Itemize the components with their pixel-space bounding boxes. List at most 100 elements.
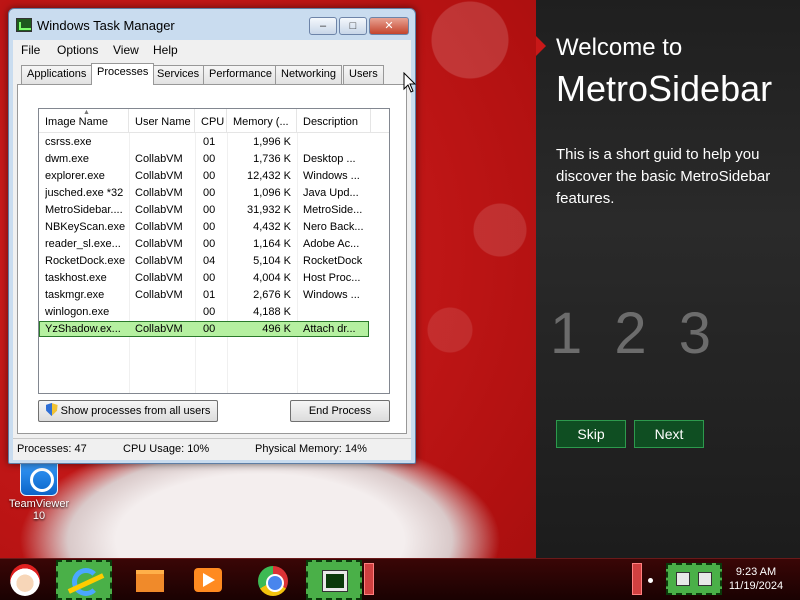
taskbar-internet-explorer[interactable] — [56, 560, 112, 600]
menu-bar: File Options View Help — [13, 40, 411, 60]
taskbar-file-manager[interactable] — [120, 560, 176, 600]
process-memory: 4,188 K — [253, 306, 291, 318]
network-icon[interactable] — [676, 572, 690, 586]
next-button[interactable]: Next — [634, 420, 704, 448]
tab-users[interactable]: Users — [343, 65, 384, 84]
title-bar[interactable]: Windows Task Manager – □ ✕ — [9, 9, 415, 39]
table-row[interactable]: explorer.exe CollabVM 00 12,432 K Windows ..… — [39, 168, 389, 185]
table-row[interactable]: YzShadow.ex... CollabVM 00 496 K Attach dr..… — [39, 321, 389, 338]
tray-dot-icon — [648, 578, 653, 583]
process-user: CollabVM — [135, 221, 183, 233]
menu-options[interactable]: Options — [57, 43, 98, 57]
tab-applications[interactable]: Applications — [21, 65, 93, 84]
table-row[interactable]: winlogon.exe 00 4,188 K — [39, 304, 389, 321]
process-user: CollabVM — [135, 323, 183, 335]
desktop-icon-label-version: 10 — [32, 510, 46, 522]
menu-help[interactable]: Help — [153, 43, 178, 57]
column-cpu[interactable]: CPU — [195, 109, 227, 133]
tab-services[interactable]: Services — [151, 65, 206, 84]
close-button[interactable]: ✕ — [369, 17, 409, 35]
process-user: CollabVM — [135, 187, 183, 199]
process-cpu: 01 — [203, 136, 216, 148]
tab-processes[interactable]: Processes — [91, 63, 155, 85]
taskbar: 9:23 AM 11/19/2024 — [0, 558, 800, 600]
process-user: CollabVM — [135, 238, 183, 250]
metro-description: This is a short guid to help you discove… — [556, 146, 771, 207]
process-cpu: 04 — [203, 255, 216, 267]
process-cpu: 00 — [203, 238, 216, 250]
column-user-name[interactable]: User Name — [129, 109, 195, 133]
media-player-icon — [194, 568, 222, 592]
taskbar-clock[interactable]: 9:23 AM 11/19/2024 — [724, 565, 788, 593]
process-list[interactable]: ▲ Image Name User Name CPU Memory (... D… — [38, 108, 390, 394]
process-memory: 12,432 K — [246, 170, 291, 182]
table-row[interactable]: MetroSidebar.... CollabVM 00 31,932 K MetroS… — [39, 202, 389, 219]
process-cpu: 00 — [203, 204, 216, 216]
column-image-name[interactable]: ▲ Image Name — [39, 109, 129, 133]
skip-button[interactable]: Skip — [556, 420, 626, 448]
process-user: CollabVM — [135, 204, 183, 216]
table-row[interactable]: csrss.exe 01 1,996 K — [39, 134, 389, 151]
process-description: Java Upd... — [303, 187, 359, 199]
process-cpu: 00 — [203, 187, 216, 199]
volume-muted-icon[interactable] — [698, 572, 712, 586]
process-memory: 5,104 K — [253, 255, 291, 267]
clock-time: 9:23 AM — [735, 566, 777, 578]
process-user: CollabVM — [135, 272, 183, 284]
metro-title: MetroSidebar — [556, 68, 773, 109]
process-memory: 1,736 K — [253, 153, 291, 165]
end-process-button[interactable]: End Process — [290, 400, 390, 422]
menu-file[interactable]: File — [21, 43, 40, 57]
taskbar-divider — [632, 563, 642, 595]
process-memory: 1,096 K — [253, 187, 291, 199]
process-memory: 4,004 K — [253, 272, 291, 284]
show-all-processes-button[interactable]: Show processes from all users — [38, 400, 218, 422]
status-physical-memory: Physical Memory: 14% — [255, 443, 367, 455]
taskbar-divider — [364, 563, 374, 595]
metro-welcome-heading: Welcome to — [556, 34, 683, 61]
sort-ascending-icon: ▲ — [83, 109, 90, 116]
start-button[interactable] — [2, 560, 48, 600]
taskbar-media-player[interactable] — [180, 560, 236, 600]
table-row[interactable]: RocketDock.exe CollabVM 04 5,104 K RocketDoc… — [39, 253, 389, 270]
table-row[interactable]: reader_sl.exe... CollabVM 00 1,164 K Adobe A… — [39, 236, 389, 253]
system-tray[interactable] — [666, 563, 722, 595]
process-name: MetroSidebar.... — [45, 204, 123, 216]
taskbar-chrome[interactable] — [244, 560, 300, 600]
minimize-button[interactable]: – — [309, 17, 337, 35]
tab-performance[interactable]: Performance — [203, 65, 278, 84]
internet-explorer-icon — [72, 568, 100, 596]
table-row[interactable]: taskhost.exe CollabVM 00 4,004 K Host Proc..… — [39, 270, 389, 287]
process-memory: 2,676 K — [253, 289, 291, 301]
desktop-icon-teamviewer[interactable]: TeamViewer 10 — [4, 458, 74, 522]
process-name: explorer.exe — [45, 170, 105, 182]
table-row[interactable]: jusched.exe *32 CollabVM 00 1,096 K Java Upd… — [39, 185, 389, 202]
column-memory[interactable]: Memory (... — [227, 109, 297, 133]
process-cpu: 00 — [203, 221, 216, 233]
process-user: CollabVM — [135, 170, 183, 182]
status-bar: Processes: 47 CPU Usage: 10% Physical Me… — [13, 438, 411, 460]
processes-panel: ▲ Image Name User Name CPU Memory (... D… — [17, 84, 407, 434]
table-row[interactable]: dwm.exe CollabVM 00 1,736 K Desktop ... — [39, 151, 389, 168]
process-name: taskhost.exe — [45, 272, 107, 284]
process-name: reader_sl.exe... — [45, 238, 121, 250]
desktop-icon-label: TeamViewer — [8, 498, 70, 510]
process-name: dwm.exe — [45, 153, 90, 165]
status-cpu-usage: CPU Usage: 10% — [123, 443, 210, 455]
table-row[interactable]: NBKeyScan.exe CollabVM 00 4,432 K Nero Back.… — [39, 219, 389, 236]
menu-view[interactable]: View — [113, 43, 139, 57]
status-process-count: Processes: 47 — [17, 443, 87, 455]
chrome-icon — [258, 566, 288, 596]
taskbar-task-manager[interactable] — [306, 560, 362, 600]
process-name: jusched.exe *32 — [45, 187, 124, 199]
process-description: Nero Back... — [303, 221, 364, 233]
process-description: Desktop ... — [303, 153, 356, 165]
folder-icon — [136, 570, 164, 592]
column-description[interactable]: Description — [297, 109, 371, 133]
process-description: Host Proc... — [303, 272, 361, 284]
process-memory: 1,164 K — [253, 238, 291, 250]
tab-networking[interactable]: Networking — [275, 65, 343, 84]
maximize-button[interactable]: □ — [339, 17, 367, 35]
process-rows: csrss.exe 01 1,996 K dwm.exe CollabVM 00 1,736… — [39, 134, 389, 338]
table-row[interactable]: taskmgr.exe CollabVM 01 2,676 K Windows ... — [39, 287, 389, 304]
